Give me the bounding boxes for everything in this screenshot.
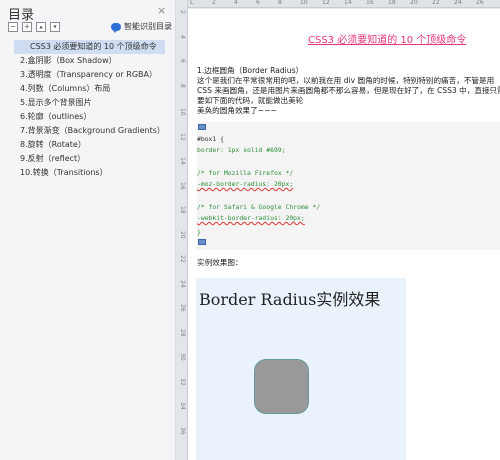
close-icon[interactable]: ×	[157, 4, 166, 17]
ruler-label: 6	[256, 0, 260, 6]
ruler-label: 24	[179, 279, 186, 288]
ruler-label: 28	[179, 328, 186, 337]
code-comment: /* for Mozilla Firefox */	[197, 169, 294, 177]
ruler-label: 18	[388, 0, 396, 6]
ruler-label: 10	[179, 108, 186, 116]
ruler-label: 26	[179, 304, 186, 312]
smart-toc-label: 智能识别目录	[124, 22, 172, 31]
ruler-label: 20	[410, 0, 418, 6]
toc-item[interactable]: CSS3 必须要知道的 10 个顶级命令	[14, 40, 165, 54]
ruler-label: 22	[432, 0, 440, 6]
ruler-label: 16	[179, 181, 186, 190]
ruler-label: 34	[179, 402, 186, 410]
collapse-all-button[interactable]: −	[8, 22, 18, 32]
paragraph-line: 这个是我们在平常很常用的吧，以前我在用 div 圆角的时候，特别特别的痛苦，不管…	[197, 76, 495, 85]
ruler-label: 30	[179, 353, 186, 361]
ruler-label: 2	[212, 0, 216, 6]
demo-image: Border Radius实例效果	[196, 278, 406, 460]
ruler-label: 8	[179, 83, 186, 88]
code-line: border: 1px solid #699;	[197, 146, 286, 154]
code-copy-icon[interactable]	[198, 239, 206, 245]
smart-toc-button[interactable]: 智能识别目录	[111, 21, 172, 33]
section-heading: 1.边框圆角（Border Radius）	[197, 66, 304, 75]
move-up-button[interactable]: ▴	[36, 22, 46, 32]
toc-item[interactable]: 2.盒阴影（Box Shadow）	[0, 54, 175, 68]
ruler-label: 14	[179, 157, 186, 165]
ruler-label: 18	[179, 206, 186, 214]
ruler-label: 4	[179, 34, 186, 39]
toc-item[interactable]: 9.反射（reflect）	[0, 152, 175, 166]
chat-bubble-icon	[111, 22, 121, 33]
ruler-label: 32	[179, 377, 186, 386]
paragraph-line: 要如下面的代码，就能做出美轮	[197, 96, 304, 105]
paragraph-line: CSS 来画圆角，还是用图片来画圆角都不那么容易，但是现在好了，在 CSS3 中…	[197, 86, 500, 95]
toc-panel: 目录 × − + ▴ ▾ 智能识别目录 CSS3 必须要知道的 10 个顶级命令…	[0, 0, 176, 460]
code-copy-icon[interactable]	[198, 124, 206, 130]
document-title: CSS3 必须要知道的 10 个顶级命令	[308, 35, 467, 46]
paragraph-line: 美奂的圆角效果了~~~	[197, 106, 277, 115]
demo-label: 实例效果图：	[197, 258, 243, 267]
code-comment: /* for Safari & Google Chrome */	[197, 203, 321, 211]
ruler-label: 22	[179, 255, 186, 263]
ruler-label: 24	[454, 0, 462, 6]
ruler-label: 36	[179, 426, 186, 435]
toc-title: 目录	[8, 8, 35, 23]
expand-all-button[interactable]: +	[22, 22, 32, 32]
ruler-label: 4	[234, 0, 238, 6]
code-line: #box1 {	[197, 135, 224, 143]
ruler-label: 12	[322, 0, 330, 6]
ruler-label: 12	[179, 132, 186, 141]
move-down-button[interactable]: ▾	[50, 22, 60, 32]
ruler-label: 6	[179, 59, 186, 63]
ruler-label: 16	[366, 0, 374, 6]
ruler-label: 2	[179, 10, 186, 14]
ruler-label: 20	[179, 230, 186, 239]
ruler-label: L	[190, 0, 194, 6]
horizontal-ruler: L 2 4 6 8 10 12 14 16 18 20 22 24 26	[188, 0, 500, 8]
ruler-label: 26	[476, 0, 484, 6]
toc-item[interactable]: 5.显示多个背景图片	[0, 96, 175, 110]
code-line: -moz-border-radius: 20px;	[197, 180, 294, 188]
toc-item[interactable]: 4.列数（Columns）布局	[0, 82, 175, 96]
code-line: -webkit-border-radius: 20px;	[197, 214, 305, 222]
ruler-label: 8	[278, 0, 282, 6]
code-line: }	[197, 228, 201, 236]
ruler-label: 14	[344, 0, 352, 6]
rounded-box-example	[254, 359, 309, 414]
toc-item[interactable]: 10.转换（Transitions）	[0, 166, 175, 180]
document-page[interactable]: CSS3 必须要知道的 10 个顶级命令 1.边框圆角（Border Radiu…	[188, 9, 500, 460]
toc-item[interactable]: 8.旋转（Rotate）	[0, 138, 175, 152]
toc-list: CSS3 必须要知道的 10 个顶级命令 2.盒阴影（Box Shadow） 3…	[0, 40, 175, 180]
toc-item[interactable]: 3.透明度（Transparency or RGBA）	[0, 68, 175, 82]
toc-item[interactable]: 7.背景渐变（Background Gradients）	[0, 124, 175, 138]
vertical-ruler: 2 4 6 8 10 12 14 16 18 20 22 24 26 28 30 32 34 36	[176, 0, 188, 460]
demo-title: Border Radius实例效果	[199, 290, 381, 309]
ruler-label: 10	[300, 0, 308, 6]
toc-item[interactable]: 6.轮廓（outlines）	[0, 110, 175, 124]
